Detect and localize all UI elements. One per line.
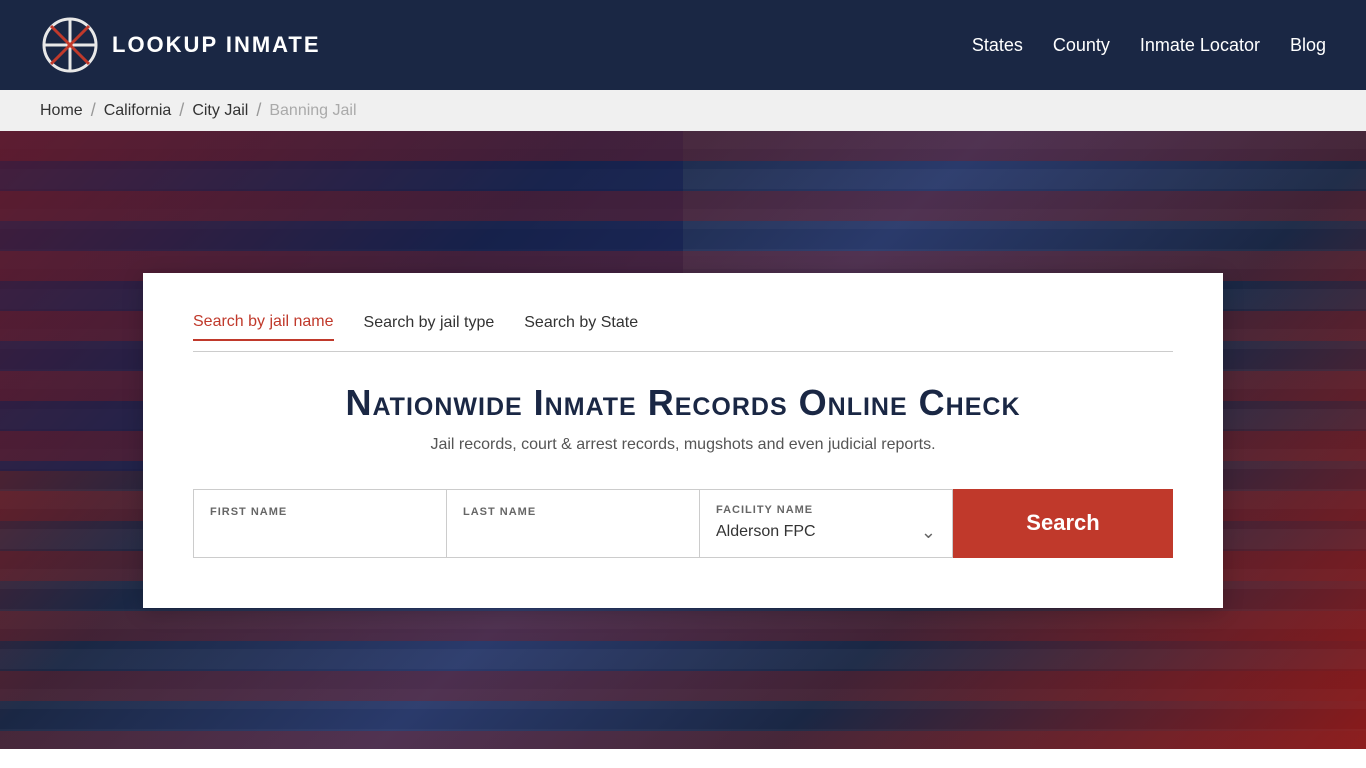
breadcrumb-home[interactable]: Home: [40, 102, 83, 120]
facility-label: FACILITY NAME: [716, 504, 936, 516]
last-name-field: LAST NAME: [447, 489, 700, 558]
brand-name: LOOKUP INMATE: [112, 32, 321, 58]
nav-blog[interactable]: Blog: [1290, 35, 1326, 55]
search-tabs: Search by jail name Search by jail type …: [193, 313, 1173, 352]
breadcrumb-california[interactable]: California: [104, 102, 172, 120]
nav-states[interactable]: States: [972, 35, 1023, 55]
first-name-field: FIRST NAME: [193, 489, 447, 558]
facility-dropdown[interactable]: Alderson FPC ⌄: [716, 522, 936, 543]
tab-jail-type[interactable]: Search by jail type: [364, 313, 495, 341]
last-name-input[interactable]: [463, 524, 683, 541]
facility-value: Alderson FPC: [716, 523, 816, 541]
hero-section: Search by jail name Search by jail type …: [0, 131, 1366, 749]
breadcrumb-city-jail[interactable]: City Jail: [192, 102, 248, 120]
chevron-down-icon: ⌄: [921, 522, 936, 543]
navbar: LOOKUP INMATE States County Inmate Locat…: [0, 0, 1366, 90]
nav-inmate-locator[interactable]: Inmate Locator: [1140, 35, 1260, 55]
first-name-input[interactable]: [210, 524, 430, 541]
brand-link[interactable]: LOOKUP INMATE: [40, 15, 321, 75]
facility-field[interactable]: FACILITY NAME Alderson FPC ⌄: [700, 489, 953, 558]
breadcrumb-sep-2: /: [179, 100, 184, 121]
breadcrumb-sep-1: /: [91, 100, 96, 121]
card-title: Nationwide Inmate Records Online Check: [193, 382, 1173, 424]
search-card: Search by jail name Search by jail type …: [143, 273, 1223, 608]
search-form: FIRST NAME LAST NAME FACILITY NAME Alder…: [193, 489, 1173, 558]
breadcrumb: Home / California / City Jail / Banning …: [0, 90, 1366, 131]
nav-links: States County Inmate Locator Blog: [972, 35, 1326, 56]
tab-state[interactable]: Search by State: [524, 313, 638, 341]
breadcrumb-sep-3: /: [256, 100, 261, 121]
nav-county[interactable]: County: [1053, 35, 1110, 55]
logo-icon: [40, 15, 100, 75]
tab-jail-name[interactable]: Search by jail name: [193, 313, 334, 341]
breadcrumb-current: Banning Jail: [269, 102, 356, 120]
first-name-label: FIRST NAME: [210, 506, 430, 518]
card-subtitle: Jail records, court & arrest records, mu…: [193, 436, 1173, 454]
search-button[interactable]: Search: [953, 489, 1173, 558]
last-name-label: LAST NAME: [463, 506, 683, 518]
